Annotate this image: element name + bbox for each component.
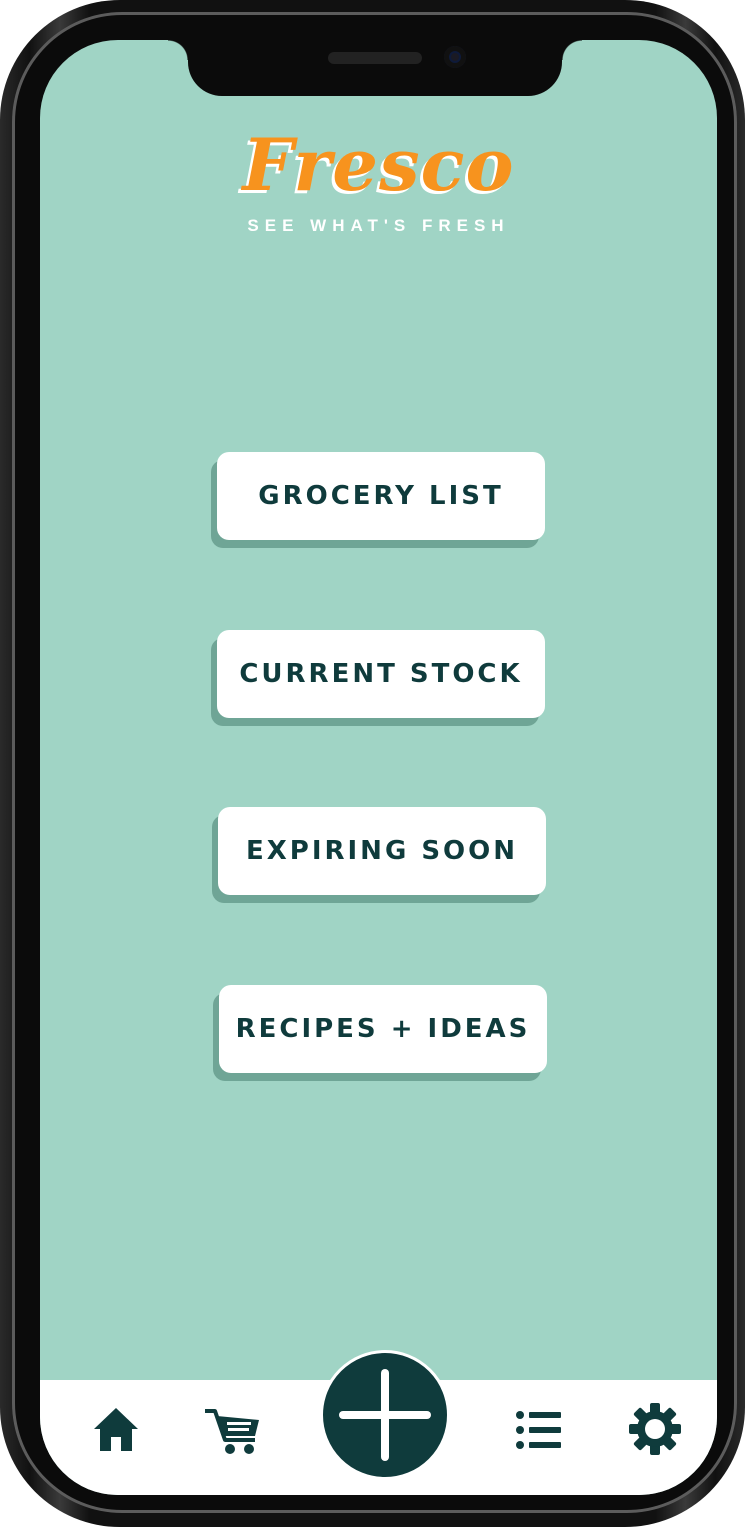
home-icon[interactable] [92,1405,140,1453]
phone-notch [168,40,582,96]
front-camera [444,46,466,68]
expiring-soon-button[interactable]: EXPIRING SOON [218,807,546,895]
current-stock-button[interactable]: CURRENT STOCK [217,630,545,718]
add-item-button[interactable] [320,1350,450,1480]
phone-frame: Fresco SEE WHAT'S FRESH GROCERY LIST CUR… [0,0,745,1527]
gear-icon[interactable] [629,1403,681,1455]
app-tagline: SEE WHAT'S FRESH [247,216,510,235]
app-screen: Fresco SEE WHAT'S FRESH GROCERY LIST CUR… [40,40,717,1495]
list-icon[interactable] [515,1410,563,1450]
grocery-list-button[interactable]: GROCERY LIST [217,452,545,540]
cart-icon[interactable] [203,1408,263,1456]
plus-icon [339,1369,431,1461]
recipes-ideas-button[interactable]: RECIPES + IDEAS [219,985,547,1073]
speaker-grille [328,52,422,64]
app-logo: Fresco [242,122,515,207]
